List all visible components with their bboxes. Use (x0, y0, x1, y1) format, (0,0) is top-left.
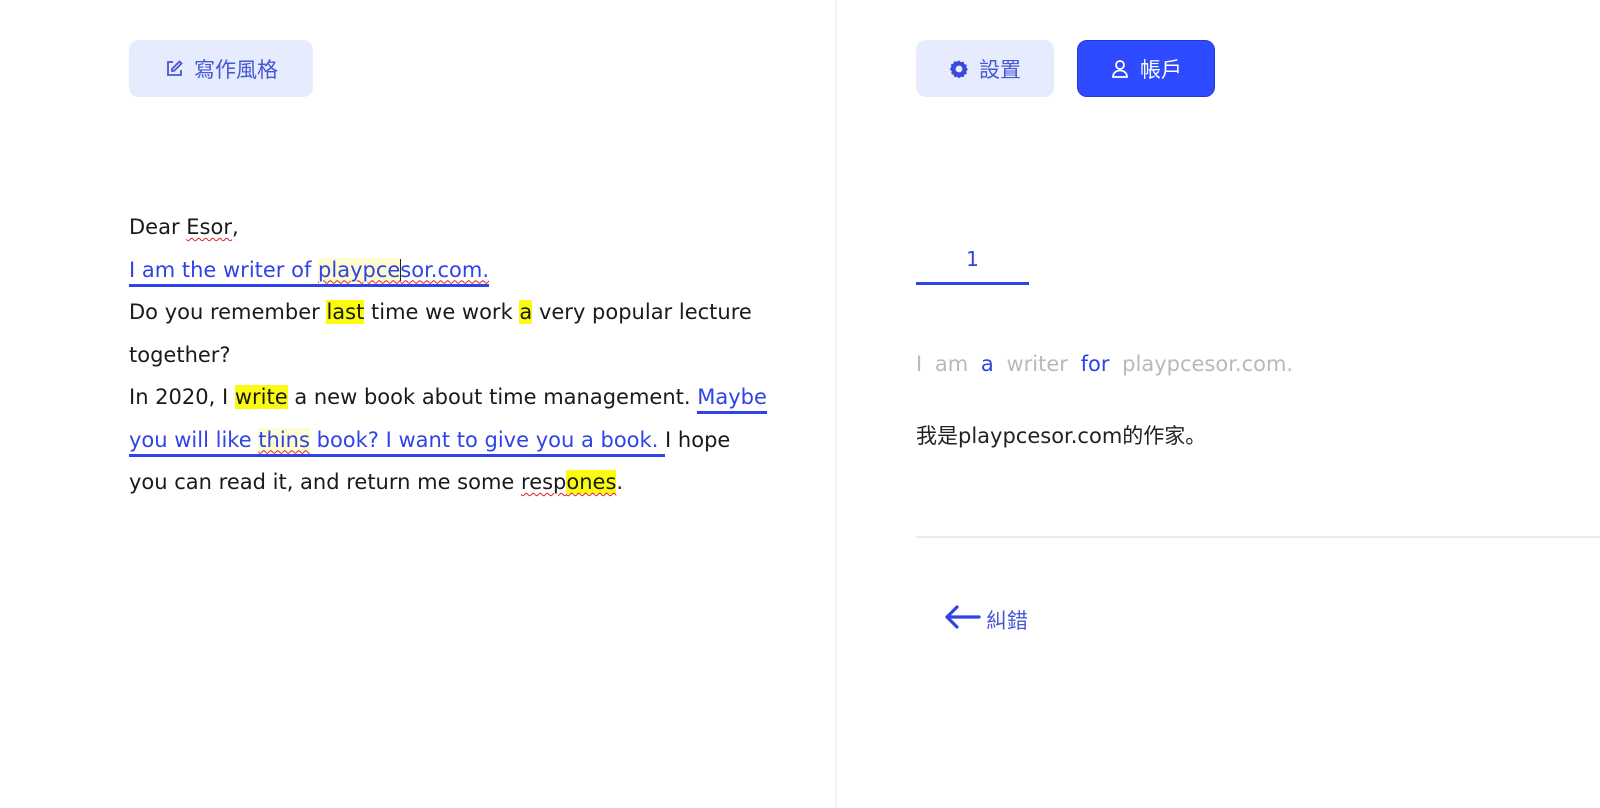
spelling-error[interactable]: Esor (186, 215, 232, 239)
editor-line: you will like thins book? I want to give… (129, 419, 769, 462)
spelling-error[interactable]: thins (258, 427, 310, 452)
flagged-sentence[interactable]: Maybe (697, 385, 767, 414)
grammar-highlight[interactable]: last (326, 300, 365, 324)
editor-line: I am the writer of playpcesor.com. (129, 249, 769, 292)
body-text: I hope (665, 427, 731, 452)
salutation-text: Dear (129, 215, 187, 239)
editor-line: you can read it, and return me some resp… (129, 461, 769, 504)
gear-icon (949, 59, 969, 79)
settings-label: 設置 (979, 57, 1021, 82)
suggestion-text[interactable]: I am a writer for playpcesor.com. (916, 352, 1293, 376)
arrow-left-icon (944, 604, 982, 635)
back-to-correction-button[interactable]: 糾錯 (944, 604, 1028, 635)
editor-line: Dear Esor, (129, 206, 769, 249)
translation-text: 我是playpcesor.com的作家。 (916, 424, 1207, 448)
grammar-highlight[interactable]: a (519, 300, 533, 324)
suggestion-word: am (934, 352, 969, 376)
suggestion-word: playpcesor.com. (1122, 352, 1294, 376)
spelling-error[interactable]: respones (521, 470, 617, 494)
body-text: Do you remember (129, 300, 327, 324)
editor-line: together? (129, 334, 769, 377)
suggestion-inserted-word: a (980, 352, 994, 376)
body-text: very popular lecture (532, 300, 752, 324)
sentence-text: you will like (129, 427, 259, 452)
settings-button[interactable]: 設置 (916, 40, 1054, 97)
user-icon (1110, 59, 1130, 79)
text-editor[interactable]: Dear Esor, I am the writer of playpcesor… (129, 206, 769, 504)
panel-divider (835, 0, 837, 808)
body-text: . (616, 470, 624, 494)
body-text: you can read it, and return me some (129, 470, 522, 494)
salutation-comma: , (231, 215, 239, 239)
sentence-text: I am the writer of (129, 257, 319, 282)
tab-label: 1 (966, 247, 979, 271)
account-button[interactable]: 帳戶 (1077, 40, 1215, 97)
body-text: a new book about time management. (287, 385, 698, 409)
grammar-highlight: ones (566, 470, 617, 494)
editor-line: In 2020, I write a new book about time m… (129, 376, 769, 419)
back-label: 糾錯 (986, 608, 1028, 633)
spelling-error[interactable]: playpce (318, 257, 401, 282)
editor-line: Do you remember last time we work a very… (129, 291, 769, 334)
body-text: together? (129, 342, 231, 367)
writing-style-label: 寫作風格 (194, 57, 278, 82)
suggestion-word: I (916, 352, 923, 376)
tab-active-indicator (916, 282, 1029, 285)
edit-icon (164, 59, 184, 79)
sentence-text: book? I want to give you a book. (309, 427, 666, 452)
section-divider (916, 536, 1600, 538)
flagged-sentence[interactable]: you will like thins book? I want to give… (129, 427, 666, 457)
grammar-highlight[interactable]: write (234, 385, 288, 409)
spelling-error-rest: sor.com. (400, 257, 489, 282)
tab-suggestion-1[interactable]: 1 (916, 240, 1029, 285)
body-text: time we work (364, 300, 520, 324)
account-label: 帳戶 (1140, 57, 1182, 82)
suggestion-inserted-word: for (1080, 352, 1110, 376)
flagged-sentence[interactable]: I am the writer of playpcesor.com. (129, 257, 489, 287)
spelling-error-part: resp (521, 470, 567, 494)
writing-style-button[interactable]: 寫作風格 (129, 40, 313, 97)
body-text: In 2020, I (129, 385, 235, 409)
suggestion-word: writer (1006, 352, 1068, 376)
